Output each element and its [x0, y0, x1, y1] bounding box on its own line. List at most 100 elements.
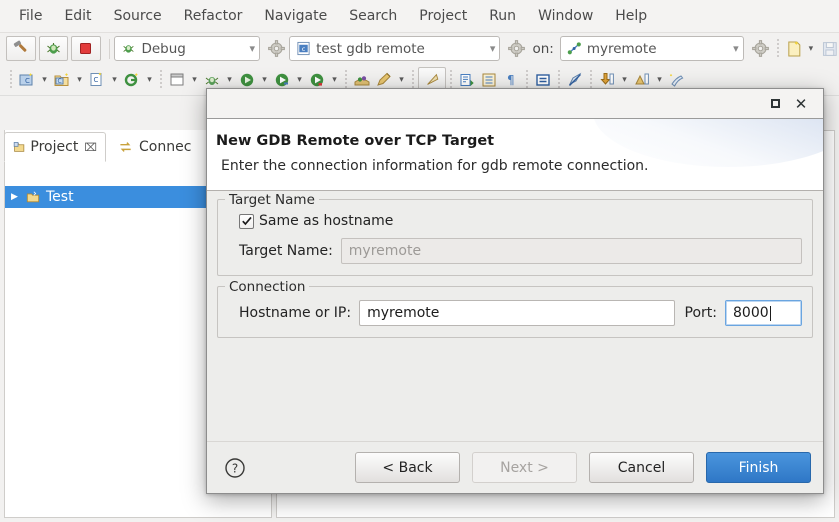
cancel-button[interactable]: Cancel [589, 452, 694, 483]
hostname-input[interactable]: myremote [359, 300, 675, 326]
chevron-down-icon: ▾ [489, 42, 496, 55]
new-cpp-project-icon[interactable]: C [51, 69, 73, 91]
connection-group-label: Connection [225, 279, 310, 295]
menu-bar: File Edit Source Refactor Navigate Searc… [0, 0, 839, 33]
launch-mode-value: Debug [141, 40, 186, 57]
main-toolbar: Debug ▾ c test gdb remote ▾ on: myremote… [0, 33, 839, 64]
same-as-hostname-checkbox[interactable] [239, 213, 254, 229]
menu-item-run[interactable]: Run [478, 5, 527, 27]
save-icon[interactable] [821, 40, 839, 58]
new-file-icon[interactable] [785, 40, 805, 58]
toolbar-separator [590, 69, 592, 90]
close-icon[interactable]: ⌧ [84, 141, 97, 154]
new-wizard-icon[interactable] [121, 69, 143, 91]
target-name-group: Target Name Same as hostname Target Name… [217, 192, 813, 276]
chevron-down-icon[interactable]: ▾ [188, 70, 201, 90]
launch-config-value: test gdb remote [316, 40, 425, 57]
svg-text:C: C [58, 78, 62, 85]
maximize-icon[interactable] [762, 91, 788, 117]
chevron-down-icon[interactable]: ▾ [395, 70, 408, 90]
chevron-down-icon[interactable]: ▾ [804, 39, 817, 59]
dialog-body: Target Name Same as hostname Target Name… [207, 191, 823, 441]
hostname-label: Hostname or IP: [239, 305, 352, 321]
next-button: Next > [472, 452, 577, 483]
toolbar-separator [526, 69, 528, 90]
chevron-down-icon[interactable]: ▾ [328, 70, 341, 90]
back-button[interactable]: < Back [355, 452, 460, 483]
gear-icon[interactable] [751, 40, 769, 57]
chevron-down-icon[interactable]: ▾ [258, 70, 271, 90]
target-value: myremote [586, 40, 657, 57]
port-label: Port: [684, 305, 717, 321]
dialog-footer: ? < Back Next > Cancel Finish [207, 441, 823, 493]
connection-group: Connection Hostname or IP: myremote Port… [217, 279, 813, 338]
toolbar-separator [10, 69, 12, 90]
tab-project-label: Project [30, 139, 79, 155]
dialog-titlebar: ✕ [207, 89, 823, 119]
menu-item-file[interactable]: File [8, 5, 53, 27]
chevron-down-icon[interactable]: ▾ [618, 70, 631, 90]
same-as-hostname-label: Same as hostname [259, 213, 394, 229]
chevron-down-icon: ▾ [249, 42, 256, 55]
svg-text:C: C [94, 76, 99, 84]
gear-icon[interactable] [508, 40, 526, 57]
dialog-button-bar: < Back Next > Cancel Finish [343, 452, 811, 483]
open-perspective-icon[interactable] [166, 69, 188, 91]
toolbar-separator [450, 69, 452, 90]
chevron-down-icon[interactable]: ▾ [73, 70, 86, 90]
menu-item-search[interactable]: Search [338, 5, 408, 27]
finish-button[interactable]: Finish [706, 452, 811, 483]
chevron-down-icon[interactable]: ▾ [38, 70, 51, 90]
stop-button[interactable] [71, 36, 101, 61]
dialog-subtitle: Enter the connection information for gdb… [221, 158, 649, 174]
menu-item-source[interactable]: Source [103, 5, 173, 27]
menu-item-help[interactable]: Help [604, 5, 658, 27]
same-as-hostname-row[interactable]: Same as hostname [239, 213, 802, 229]
menu-item-project[interactable]: Project [408, 5, 478, 27]
chevron-down-icon[interactable]: ▾ [223, 70, 236, 90]
menu-item-edit[interactable]: Edit [53, 5, 102, 27]
tab-project[interactable]: Project ⌧ [4, 132, 106, 162]
close-icon[interactable]: ✕ [788, 91, 814, 117]
chevron-down-icon: ▾ [733, 42, 739, 55]
new-gdb-remote-target-dialog: ✕ New GDB Remote over TCP Target Enter t… [206, 88, 824, 494]
debug-button[interactable] [38, 36, 68, 61]
target-combo[interactable]: myremote ▾ [559, 36, 744, 61]
target-name-row: Target Name: myremote [228, 238, 802, 264]
chevron-down-icon[interactable]: ▾ [108, 70, 121, 90]
project-folder-icon [26, 191, 40, 203]
new-c-project-icon[interactable]: C [16, 69, 38, 91]
expander-icon[interactable]: ▶ [11, 192, 25, 202]
launch-config-combo[interactable]: c test gdb remote ▾ [289, 36, 501, 61]
help-icon[interactable]: ? [223, 456, 247, 480]
menu-item-window[interactable]: Window [527, 5, 604, 27]
remote-target-icon [567, 42, 581, 55]
hammer-icon [14, 40, 27, 52]
checkmark-icon [241, 216, 252, 226]
target-name-input: myremote [340, 238, 802, 264]
new-c-file-icon[interactable]: C [86, 69, 108, 91]
stop-square-icon [80, 43, 92, 54]
dialog-header: New GDB Remote over TCP Target Enter the… [207, 119, 823, 191]
project-explorer-icon [13, 141, 25, 152]
menu-item-refactor[interactable]: Refactor [173, 5, 254, 27]
connections-icon [120, 141, 131, 152]
target-name-label: Target Name: [239, 243, 333, 259]
bug-icon [46, 43, 60, 54]
svg-text:c: c [302, 45, 306, 53]
launch-mode-combo[interactable]: Debug ▾ [114, 36, 261, 61]
text-caret [769, 305, 771, 321]
toolbar-separator [108, 38, 110, 59]
gear-icon[interactable] [268, 40, 285, 57]
tab-connections[interactable]: Connec [110, 132, 208, 162]
tree-item-label: Test [46, 189, 74, 205]
port-input[interactable]: 8000 [725, 300, 802, 326]
chevron-down-icon[interactable]: ▾ [653, 70, 666, 90]
menu-item-navigate[interactable]: Navigate [253, 5, 338, 27]
build-button[interactable] [6, 36, 36, 61]
c-file-icon: c [297, 41, 310, 56]
svg-text:¶: ¶ [507, 73, 515, 87]
chevron-down-icon[interactable]: ▾ [293, 70, 306, 90]
chevron-down-icon[interactable]: ▾ [143, 70, 156, 90]
toolbar-separator [776, 38, 779, 59]
